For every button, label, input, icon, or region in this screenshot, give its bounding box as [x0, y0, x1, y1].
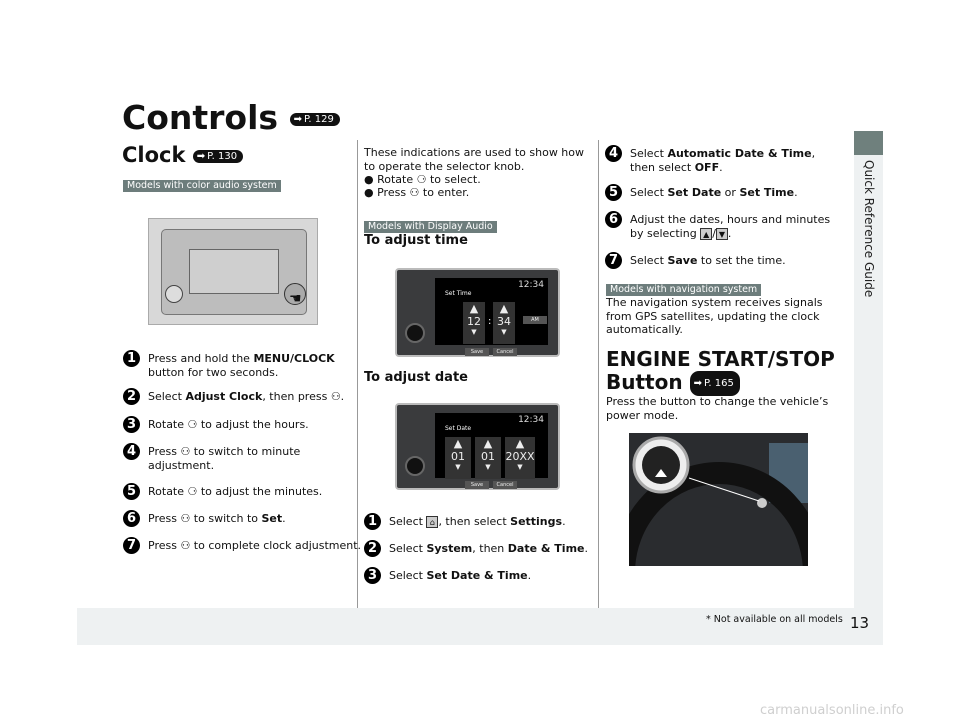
intro-text: These indications are used to show how t… — [364, 146, 585, 173]
down-arrow-icon: ▼ — [715, 227, 728, 240]
da-step-5: 5 Select Set Date or Set Time. — [605, 184, 798, 201]
engine-heading: ENGINE START/STOP Button ➡ P. 165 — [606, 347, 835, 396]
da-step-6: 6 Adjust the dates, hours and minutes by … — [605, 211, 840, 240]
step-5: 5 Rotate ⚆ to adjust the minutes. — [123, 483, 358, 500]
page-title: Controls ➡ P. 129 — [122, 98, 340, 137]
column-divider — [357, 140, 358, 608]
page-number: 13 — [850, 614, 870, 632]
footnote: * Not available on all models — [706, 614, 843, 625]
side-label: Quick Reference Guide — [862, 160, 876, 298]
engine-text: Press the button to change the vehicle’s… — [606, 395, 829, 422]
page-ref-link[interactable]: ➡ P. 129 — [289, 113, 340, 126]
step-6: 6 Press ⚇ to switch to Set. — [123, 510, 353, 527]
engine-button-photo — [629, 433, 808, 566]
steering-wheel-illustration — [629, 436, 808, 566]
time-heading: To adjust time — [364, 233, 468, 248]
watermark: carmanualsonline.info — [760, 703, 904, 718]
column-divider — [598, 140, 599, 608]
side-tab-marker — [854, 131, 883, 155]
da-step-2: 2 Select System, then Date & Time. — [364, 540, 588, 557]
bullet: ● Rotate ⚆ to select. — [364, 173, 481, 186]
clock-ref-link[interactable]: ➡ P. 130 — [192, 149, 244, 163]
up-arrow-icon: ▲ — [700, 227, 713, 240]
home-icon: ⌂ — [426, 516, 439, 528]
bullet: ● Press ⚇ to enter. — [364, 186, 470, 199]
step-2: 2 Select Adjust Clock, then press ⚇. — [123, 388, 358, 405]
engine-ref-link[interactable]: ➡ P. 165 — [689, 371, 740, 396]
step-1: 1 Press and hold the MENU/CLOCK button fo… — [123, 350, 353, 379]
model-tag: Models with color audio system — [123, 180, 281, 192]
navigation-text: The navigation system receives signals f… — [606, 296, 823, 336]
step-7: 7 Press ⚇ to complete clock adjustment. — [123, 537, 361, 554]
da-step-3: 3 Select Set Date & Time. — [364, 567, 531, 584]
model-tag: Models with navigation system — [606, 284, 762, 296]
date-heading: To adjust date — [364, 370, 468, 385]
audio-unit-image: ☚ — [148, 218, 318, 325]
set-date-screen-image: 12:34 Set Date ▲ 01 ▼ ▲ 01 ▼ ▲ 20XX ▼ Save Can… — [395, 403, 560, 490]
da-step-1: 1 Select ⌂, then select Settings. — [364, 513, 596, 530]
clock-heading: Clock ➡ P. 130 — [122, 143, 244, 167]
da-step-4: 4 Select Automatic Date & Time, then sele… — [605, 145, 840, 174]
step-4: 4 Press ⚇ to switch to minute adjustment. — [123, 443, 323, 472]
da-step-7: 7 Select Save to set the time. — [605, 252, 786, 269]
set-time-screen-image: 12:34 Set Time ▲ 12 ▼ : ▲ 34 ▼ AM Save Cance… — [395, 268, 560, 357]
step-3: 3 Rotate ⚆ to adjust the hours. — [123, 416, 353, 433]
model-tag: Models with Display Audio — [364, 221, 497, 233]
